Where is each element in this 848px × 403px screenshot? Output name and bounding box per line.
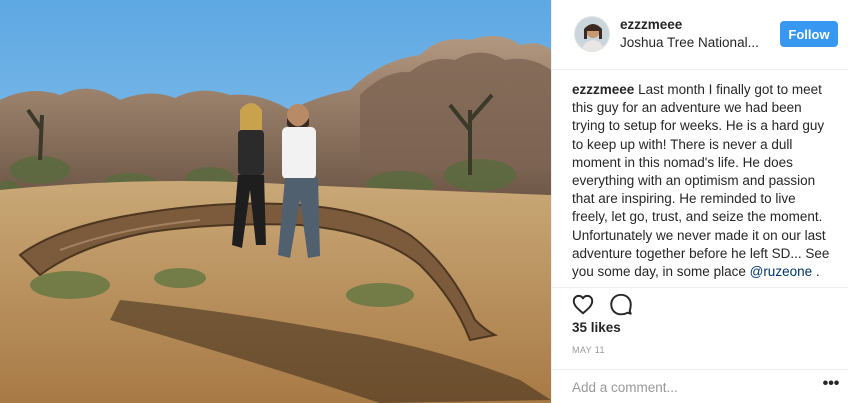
- caption-mention[interactable]: @ruzeone: [750, 264, 813, 279]
- caption-trailing: .: [812, 264, 820, 280]
- comment-icon[interactable]: [608, 291, 634, 317]
- avatar-image: [575, 17, 609, 51]
- post-location[interactable]: Joshua Tree National...: [620, 35, 759, 50]
- follow-button[interactable]: Follow: [780, 21, 838, 47]
- post-image: [0, 0, 551, 403]
- more-options-icon[interactable]: •••: [822, 376, 840, 396]
- comment-input[interactable]: [572, 380, 802, 395]
- heart-icon[interactable]: [570, 291, 596, 317]
- post-header: ezzzmeee Joshua Tree National... Follow: [552, 0, 848, 70]
- post-author-username[interactable]: ezzzmeee: [620, 17, 682, 32]
- post-sidebar: ezzzmeee Joshua Tree National... Follow …: [551, 0, 848, 403]
- likes-count[interactable]: 35 likes: [572, 320, 621, 335]
- comment-bar: •••: [552, 369, 848, 403]
- caption-text: Last month I finally got to meet this gu…: [572, 82, 830, 280]
- caption-username[interactable]: ezzzmeee: [572, 82, 634, 97]
- post-photo[interactable]: [0, 0, 551, 403]
- post-actions: [552, 287, 848, 317]
- user-avatar[interactable]: [574, 16, 610, 52]
- post-caption: ezzzmeee Last month I finally got to mee…: [572, 81, 834, 281]
- post-date[interactable]: MAY 11: [572, 345, 605, 355]
